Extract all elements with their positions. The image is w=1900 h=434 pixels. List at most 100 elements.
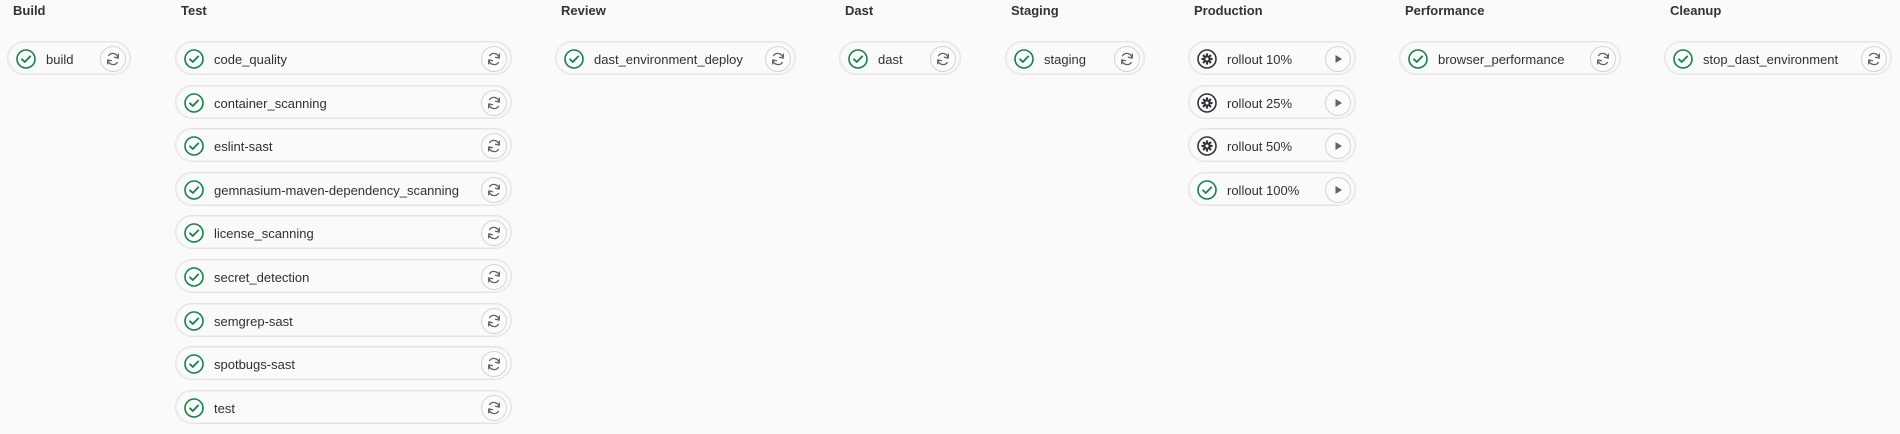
retry-button[interactable] (481, 351, 507, 377)
retry-icon (1119, 51, 1135, 67)
retry-icon (486, 269, 502, 285)
status-manual-icon (1197, 136, 1217, 156)
retry-button[interactable] (481, 90, 507, 116)
job-name: license_scanning (214, 225, 314, 241)
retry-button[interactable] (481, 220, 507, 246)
job-link[interactable]: code_quality (184, 48, 287, 70)
retry-button[interactable] (481, 395, 507, 421)
job-link[interactable]: staging (1014, 48, 1086, 70)
status-success-icon (848, 49, 868, 69)
job-link[interactable]: rollout 25% (1197, 92, 1292, 114)
play-button[interactable] (1325, 90, 1351, 116)
status-success-icon (184, 180, 204, 200)
job-pill[interactable]: rollout 10% (1188, 41, 1356, 75)
job-link[interactable]: rollout 10% (1197, 48, 1292, 70)
play-icon (1330, 182, 1346, 198)
job-pill[interactable]: container_scanning (175, 85, 512, 119)
retry-button[interactable] (481, 308, 507, 334)
job-link[interactable]: spotbugs-sast (184, 353, 295, 375)
job-link[interactable]: browser_performance (1408, 48, 1564, 70)
job-pill[interactable]: license_scanning (175, 215, 512, 249)
job-link[interactable]: rollout 50% (1197, 135, 1292, 157)
retry-icon (486, 400, 502, 416)
job-name: rollout 25% (1227, 95, 1293, 111)
stage-title: Build (13, 3, 46, 18)
retry-icon (935, 51, 951, 67)
status-manual-icon (1197, 93, 1217, 113)
job-pill[interactable]: gemnasium-maven-dependency_scanning (175, 172, 512, 206)
job-link[interactable]: gemnasium-maven-dependency_scanning (184, 179, 459, 201)
retry-icon (486, 95, 502, 111)
job-pill[interactable]: build (7, 41, 131, 75)
job-pill[interactable]: test (175, 390, 512, 424)
job-name: rollout 50% (1227, 138, 1293, 154)
play-icon (1330, 95, 1346, 111)
retry-button[interactable] (765, 46, 791, 72)
job-pill[interactable]: stop_dast_environment (1664, 41, 1892, 75)
retry-button[interactable] (481, 177, 507, 203)
retry-icon (1595, 51, 1611, 67)
job-pill[interactable]: browser_performance (1399, 41, 1621, 75)
job-name: rollout 100% (1227, 182, 1300, 198)
retry-icon (486, 356, 502, 372)
job-pill[interactable]: dast_environment_deploy (555, 41, 796, 75)
job-name: gemnasium-maven-dependency_scanning (214, 182, 459, 198)
job-name: test (214, 400, 235, 416)
job-name: semgrep-sast (214, 313, 293, 329)
job-name: eslint-sast (214, 138, 273, 154)
job-link[interactable]: rollout 100% (1197, 179, 1299, 201)
stage-title: Review (561, 3, 606, 18)
job-pill[interactable]: eslint-sast (175, 128, 512, 162)
job-pill[interactable]: code_quality (175, 41, 512, 75)
retry-button[interactable] (1861, 46, 1887, 72)
retry-button[interactable] (1114, 46, 1140, 72)
stage-title: Production (1194, 3, 1263, 18)
job-pill[interactable]: rollout 25% (1188, 85, 1356, 119)
job-link[interactable]: semgrep-sast (184, 310, 293, 332)
job-name: browser_performance (1438, 51, 1565, 67)
play-button[interactable] (1325, 46, 1351, 72)
job-link[interactable]: build (16, 48, 73, 70)
retry-button[interactable] (930, 46, 956, 72)
job-name: staging (1044, 51, 1086, 67)
status-success-icon (184, 93, 204, 113)
retry-button[interactable] (100, 46, 126, 72)
retry-button[interactable] (481, 264, 507, 290)
job-name: spotbugs-sast (214, 356, 295, 372)
retry-button[interactable] (1590, 46, 1616, 72)
job-link[interactable]: stop_dast_environment (1673, 48, 1838, 70)
retry-icon (105, 51, 121, 67)
job-pill[interactable]: semgrep-sast (175, 303, 512, 337)
job-pill[interactable]: dast (839, 41, 961, 75)
stage-title: Cleanup (1670, 3, 1722, 18)
job-pill[interactable]: staging (1005, 41, 1145, 75)
status-success-icon (564, 49, 584, 69)
job-link[interactable]: dast_environment_deploy (564, 48, 743, 70)
play-button[interactable] (1325, 177, 1351, 203)
status-success-icon (1408, 49, 1428, 69)
job-link[interactable]: license_scanning (184, 222, 314, 244)
job-link[interactable]: eslint-sast (184, 135, 273, 157)
status-success-icon (1673, 49, 1693, 69)
stage-title: Test (181, 3, 207, 18)
job-link[interactable]: container_scanning (184, 92, 327, 114)
job-name: code_quality (214, 51, 287, 67)
retry-button[interactable] (481, 133, 507, 159)
retry-button[interactable] (481, 46, 507, 72)
job-pill[interactable]: spotbugs-sast (175, 346, 512, 380)
job-link[interactable]: dast (848, 48, 903, 70)
retry-icon (486, 225, 502, 241)
job-pill[interactable]: rollout 100% (1188, 172, 1356, 206)
status-success-icon (184, 398, 204, 418)
status-success-icon (16, 49, 36, 69)
job-pill[interactable]: secret_detection (175, 259, 512, 293)
job-link[interactable]: secret_detection (184, 266, 309, 288)
stage-title: Dast (845, 3, 874, 18)
job-pill[interactable]: rollout 50% (1188, 128, 1356, 162)
job-name: dast_environment_deploy (594, 51, 743, 67)
job-link[interactable]: test (184, 397, 235, 419)
status-success-icon (184, 49, 204, 69)
play-button[interactable] (1325, 133, 1351, 159)
job-name: secret_detection (214, 269, 310, 285)
status-success-icon (184, 223, 204, 243)
